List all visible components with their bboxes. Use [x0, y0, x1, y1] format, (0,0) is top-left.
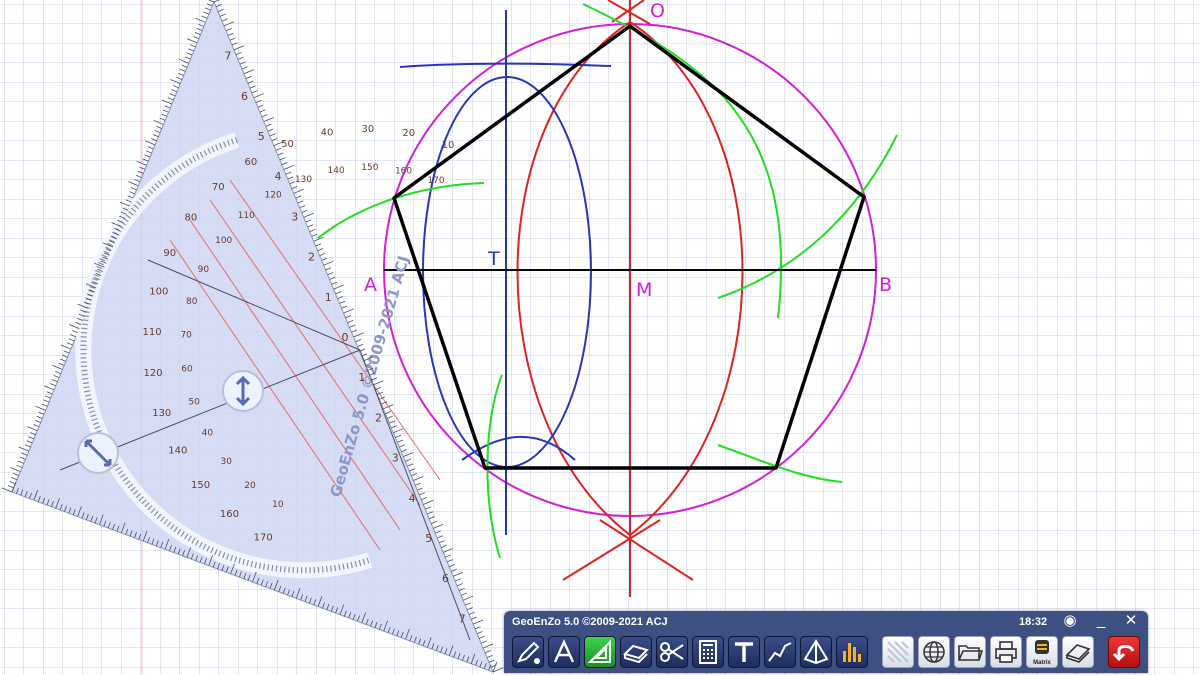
- ruler-scale-label: 5: [258, 130, 265, 143]
- ruler-scale-label: 4: [275, 170, 282, 183]
- protractor-outer-label: 140: [168, 446, 187, 457]
- matrix-label: Matrix: [1033, 660, 1051, 666]
- protractor-inner-label: 100: [215, 236, 232, 246]
- set-square-icon: [587, 639, 611, 663]
- protractor-outer-label: 20: [402, 128, 415, 139]
- bar-chart-icon: [843, 643, 861, 662]
- grid-icon: [887, 641, 909, 663]
- pen-icon: [517, 641, 540, 664]
- ruler-scale-label: 5: [425, 532, 432, 545]
- chart-tool-button[interactable]: [836, 636, 868, 668]
- point-label-a: A: [364, 274, 377, 296]
- ruler-scale-label: 1: [325, 291, 332, 304]
- close-button[interactable]: ✕: [1122, 613, 1140, 629]
- graph-tool-button[interactable]: [764, 636, 796, 668]
- protractor-outer-label: 130: [152, 408, 171, 419]
- point-label-m: M: [636, 279, 653, 301]
- undo-button[interactable]: [1108, 636, 1140, 668]
- ruler-scale-label: 6: [442, 572, 449, 585]
- protractor-inner-label: 110: [238, 211, 255, 221]
- ruler-scale-label: 7: [224, 50, 231, 63]
- text-tool-button[interactable]: [728, 636, 760, 668]
- pyramid-icon: [803, 639, 829, 665]
- protractor-outer-label: 40: [321, 128, 334, 139]
- protractor-inner-label: 10: [272, 500, 284, 510]
- printer-icon: [995, 641, 1017, 663]
- set-square-tool-button[interactable]: [584, 636, 616, 668]
- protractor-inner-label: 90: [198, 265, 210, 275]
- ruler-scale-label: 2: [375, 411, 382, 424]
- ruler-scale-label: 3: [291, 210, 298, 223]
- protractor-inner-label: 60: [181, 364, 193, 374]
- protractor-outer-label: 110: [143, 327, 162, 338]
- globe-tool-button[interactable]: [918, 636, 950, 668]
- text-style-tool-button[interactable]: [548, 636, 580, 668]
- protractor-outer-label: 160: [220, 509, 239, 520]
- point-label-b: B: [879, 274, 893, 296]
- protractor-inner-label: 30: [221, 457, 233, 467]
- eraser-tool-button[interactable]: [620, 636, 652, 668]
- minimize-button[interactable]: _: [1092, 613, 1110, 629]
- protractor-inner-label: 150: [361, 163, 378, 173]
- ruler-scale-label: 1: [358, 371, 365, 384]
- ruler-scale-label: 6: [241, 90, 248, 103]
- letter-a-icon: [553, 639, 575, 663]
- protractor-inner-label: 80: [186, 297, 198, 307]
- undo-icon: [1112, 644, 1135, 662]
- clear-board-button[interactable]: [1062, 636, 1094, 668]
- point-label-t: T: [488, 248, 500, 270]
- eraser-icon: [623, 644, 649, 664]
- grid-tool-button[interactable]: [882, 636, 914, 668]
- toolbar-title: GeoEnZo 5.0 ©2009-2021 ACJ: [512, 616, 668, 628]
- protractor-inner-label: 70: [180, 330, 192, 340]
- toolbar: GeoEnZo 5.0 ©2009-2021 ACJ 18:32 ◉ _ ✕ M…: [504, 611, 1148, 673]
- ruler-scale-label: 0: [342, 331, 349, 344]
- protractor-outer-label: 100: [149, 286, 168, 297]
- protractor-outer-label: 60: [244, 157, 257, 168]
- globe-icon: [923, 641, 945, 663]
- record-icon[interactable]: ◉: [1061, 613, 1079, 629]
- protractor-outer-label: 30: [362, 124, 375, 135]
- graph-icon: [768, 642, 792, 662]
- protractor-inner-label: 140: [328, 166, 345, 176]
- protractor-outer-label: 170: [254, 532, 273, 543]
- protractor-outer-label: 50: [281, 139, 294, 150]
- protractor-inner-label: 20: [244, 481, 256, 491]
- ruler-scale-label: 4: [408, 492, 415, 505]
- clock: 18:32: [1019, 616, 1048, 628]
- calculator-icon: [699, 640, 717, 664]
- protractor-outer-label: 80: [185, 213, 198, 224]
- scissors-icon: [660, 642, 684, 662]
- point-label-o: O: [650, 0, 665, 22]
- protractor-inner-label: 40: [202, 429, 214, 439]
- print-button[interactable]: [990, 636, 1022, 668]
- protractor-inner-label: 50: [188, 397, 200, 407]
- ruler-scale-label: 2: [308, 251, 315, 264]
- protractor-outer-label: 120: [144, 368, 163, 379]
- calculator-tool-button[interactable]: [692, 636, 724, 668]
- open-folder-button[interactable]: [954, 636, 986, 668]
- folder-icon: [958, 645, 984, 661]
- protractor-inner-label: 170: [427, 176, 444, 186]
- scissors-tool-button[interactable]: [656, 636, 688, 668]
- eraser-board-icon: [1065, 644, 1091, 663]
- ruler-scale-label: 3: [392, 452, 399, 465]
- protractor-inner-label: 120: [265, 190, 282, 200]
- protractor-inner-label: 130: [295, 175, 312, 185]
- protractor-outer-label: 90: [163, 248, 176, 259]
- protractor-outer-label: 70: [212, 182, 225, 193]
- protractor-outer-label: 150: [191, 480, 210, 491]
- solid-tool-button[interactable]: [800, 636, 832, 668]
- protractor-inner-label: 160: [395, 166, 412, 176]
- drawing-canvas[interactable]: GeoEnZo 5.0 ©2009-2021 ACJ 1017020160301…: [0, 0, 1200, 675]
- ruler-scale-label: 7: [459, 612, 466, 625]
- letter-t-icon: [735, 642, 753, 662]
- protractor-outer-label: 10: [442, 140, 455, 151]
- matrix-button[interactable]: Matrix: [1026, 636, 1058, 668]
- pen-tool-button[interactable]: [512, 636, 544, 668]
